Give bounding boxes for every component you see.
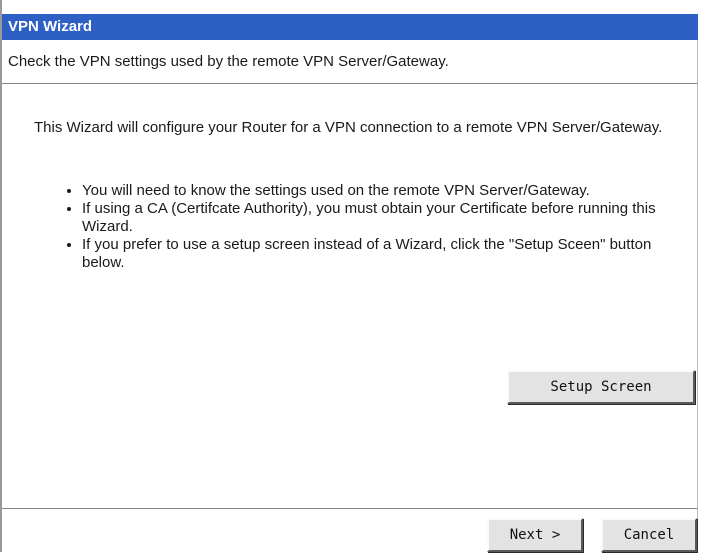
list-item: If you prefer to use a setup screen inst… [82,236,682,272]
list-item: If using a CA (Certifcate Authority), yo… [82,200,682,236]
next-button[interactable]: Next > [487,518,583,552]
page-subtitle: Check the VPN settings used by the remot… [2,40,698,84]
intro-text: This Wizard will configure your Router f… [34,119,663,136]
content-panel: This Wizard will configure your Router f… [2,84,698,508]
list-item: You will need to know the settings used … [82,182,682,200]
footer-bar [2,508,698,552]
instruction-list: You will need to know the settings used … [62,182,682,272]
setup-screen-button[interactable]: Setup Screen [507,370,695,404]
cancel-button[interactable]: Cancel [601,518,697,552]
window-title: VPN Wizard [2,14,698,40]
